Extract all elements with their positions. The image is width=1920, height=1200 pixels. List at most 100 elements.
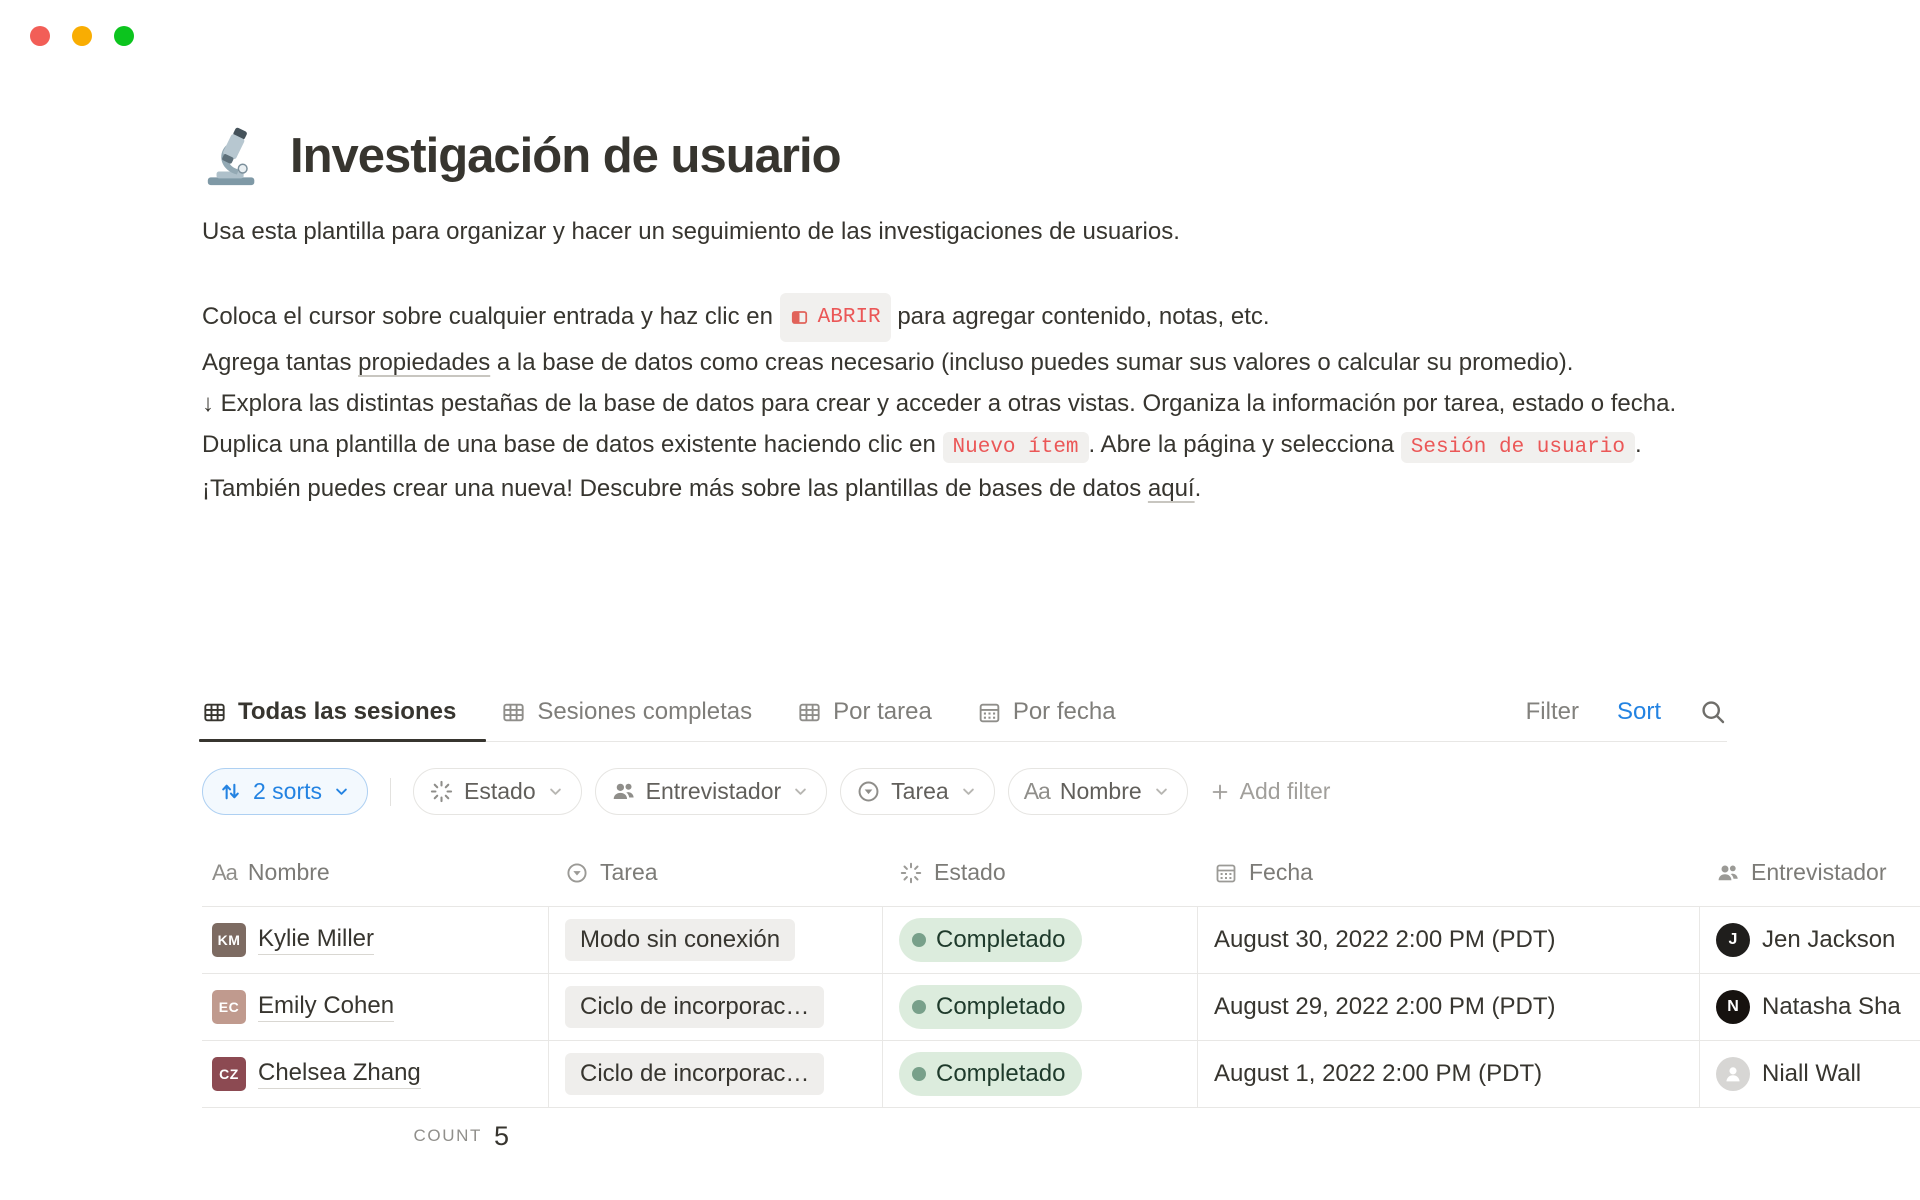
chip-label: Tarea	[891, 778, 949, 805]
count-label: COUNT	[414, 1126, 482, 1146]
status-label: Completado	[936, 1060, 1065, 1088]
column-header-fecha[interactable]: Fecha	[1198, 859, 1700, 886]
filter-bar: 2 sorts Estado Entrevistador Tarea Aa No…	[202, 768, 1920, 815]
column-label: Tarea	[600, 859, 658, 886]
cell-estado[interactable]: Completado	[883, 1041, 1198, 1107]
date-value: August 30, 2022 2:00 PM (PDT)	[1214, 926, 1556, 954]
tab-label: Sesiones completas	[537, 698, 752, 726]
intro-paragraph: Usa esta plantilla para organizar y hace…	[202, 211, 1718, 252]
cell-tarea[interactable]: Ciclo de incorporac…	[549, 974, 883, 1040]
column-header-entrevistador[interactable]: Entrevistador	[1700, 859, 1920, 886]
microscope-emoji[interactable]	[202, 126, 264, 188]
column-header-nombre[interactable]: Aa Nombre	[202, 859, 549, 886]
calendar-icon	[977, 700, 1002, 725]
zoom-button[interactable]	[114, 26, 134, 46]
title-row: Investigación de usuario	[202, 126, 1718, 188]
cell-entrevistador[interactable]: N Natasha Sha	[1700, 974, 1920, 1040]
tab-sesiones-completas[interactable]: Sesiones completas	[501, 683, 752, 741]
nuevo-item-token: Nuevo ítem	[943, 432, 1089, 463]
chip-label: Estado	[464, 778, 536, 805]
cell-estado[interactable]: Completado	[883, 907, 1198, 973]
calendar-icon	[1214, 861, 1238, 885]
cell-entrevistador[interactable]: Niall Wall	[1700, 1041, 1920, 1107]
chip-entrevistador[interactable]: Entrevistador	[595, 768, 828, 815]
chevron-down-icon	[546, 782, 565, 801]
person-name: Jen Jackson	[1762, 926, 1895, 954]
column-header-tarea[interactable]: Tarea	[549, 859, 883, 886]
chevron-down-icon	[791, 782, 810, 801]
notion-window: { "window": { "traffic_lights": ["close"…	[0, 0, 1920, 1200]
view-tabs: Todas las sesiones Sesiones completas Po…	[202, 683, 1727, 742]
table-icon	[501, 700, 526, 725]
search-icon[interactable]	[1699, 698, 1727, 726]
page-title: Investigación de usuario	[290, 126, 841, 187]
cell-fecha[interactable]: August 29, 2022 2:00 PM (PDT)	[1198, 974, 1700, 1040]
tab-todas-las-sesiones[interactable]: Todas las sesiones	[202, 683, 456, 741]
empty-paragraph	[202, 252, 1718, 293]
chip-tarea[interactable]: Tarea	[840, 768, 995, 815]
p2-text-after: a la base de datos como creas necesario …	[490, 349, 1573, 376]
column-header-estado[interactable]: Estado	[883, 859, 1198, 886]
avatar: J	[1716, 923, 1750, 957]
chip-estado[interactable]: Estado	[413, 768, 582, 815]
cell-fecha[interactable]: August 1, 2022 2:00 PM (PDT)	[1198, 1041, 1700, 1107]
add-filter-label: Add filter	[1240, 778, 1331, 805]
status-burst-icon	[429, 779, 454, 804]
minimize-button[interactable]	[72, 26, 92, 46]
column-label: Entrevistador	[1751, 859, 1887, 886]
column-label: Nombre	[248, 859, 330, 886]
status-dot-icon	[912, 933, 926, 947]
page-link[interactable]: Kylie Miller	[258, 925, 374, 955]
cell-nombre[interactable]: EC Emily Cohen	[202, 974, 549, 1040]
avatar: CZ	[212, 1057, 246, 1091]
count-value: 5	[494, 1121, 509, 1152]
count-calculation[interactable]: COUNT 5	[202, 1121, 549, 1152]
cell-estado[interactable]: Completado	[883, 974, 1198, 1040]
table-icon	[202, 700, 227, 725]
chevron-down-icon	[1152, 782, 1171, 801]
people-icon	[611, 779, 636, 804]
tab-label: Por tarea	[833, 698, 932, 726]
sort-button[interactable]: Sort	[1617, 698, 1661, 726]
page-content: Investigación de usuario Usa esta planti…	[202, 126, 1718, 509]
p1-text-after: para agregar contenido, notas, etc.	[891, 303, 1270, 330]
avatar: KM	[212, 923, 246, 957]
cell-tarea[interactable]: Ciclo de incorporac…	[549, 1041, 883, 1107]
tab-por-tarea[interactable]: Por tarea	[797, 683, 932, 741]
chip-label: Nombre	[1060, 778, 1142, 805]
open-peek-icon	[790, 308, 809, 327]
body-paragraph-4: Duplica una plantilla de una base de dat…	[202, 424, 1718, 509]
propiedades-link[interactable]: propiedades	[358, 349, 490, 376]
date-value: August 1, 2022 2:00 PM (PDT)	[1214, 1060, 1542, 1088]
table-row: CZ Chelsea Zhang Ciclo de incorporac… Co…	[202, 1041, 1920, 1108]
p4-text: Duplica una plantilla de una base de dat…	[202, 431, 943, 458]
avatar	[1716, 1057, 1750, 1091]
table-header-row: Aa Nombre Tarea Estado Fecha Entrevistad…	[202, 839, 1920, 907]
cell-nombre[interactable]: KM Kylie Miller	[202, 907, 549, 973]
filter-button[interactable]: Filter	[1526, 698, 1579, 726]
close-button[interactable]	[30, 26, 50, 46]
up-down-arrows-icon	[218, 779, 243, 804]
status-dot-icon	[912, 1000, 926, 1014]
cell-entrevistador[interactable]: J Jen Jackson	[1700, 907, 1920, 973]
chip-nombre[interactable]: Aa Nombre	[1008, 768, 1188, 815]
cell-fecha[interactable]: August 30, 2022 2:00 PM (PDT)	[1198, 907, 1700, 973]
page-link[interactable]: Emily Cohen	[258, 992, 394, 1022]
text-Aa-icon: Aa	[212, 860, 237, 886]
cell-tarea[interactable]: Modo sin conexión	[549, 907, 883, 973]
select-icon	[565, 861, 589, 885]
sorts-chip[interactable]: 2 sorts	[202, 768, 368, 815]
task-tag: Ciclo de incorporac…	[565, 1053, 824, 1095]
add-filter-button[interactable]: Add filter	[1209, 778, 1331, 805]
sesion-usuario-token: Sesión de usuario	[1401, 432, 1635, 463]
divider	[390, 778, 391, 806]
table-row: KM Kylie Miller Modo sin conexión Comple…	[202, 907, 1920, 974]
task-tag: Modo sin conexión	[565, 919, 795, 961]
tab-por-fecha[interactable]: Por fecha	[977, 683, 1116, 741]
page-link[interactable]: Chelsea Zhang	[258, 1059, 421, 1089]
cell-nombre[interactable]: CZ Chelsea Zhang	[202, 1041, 549, 1107]
status-dot-icon	[912, 1067, 926, 1081]
body-paragraph-1: Coloca el cursor sobre cualquier entrada…	[202, 293, 1718, 342]
aqui-link[interactable]: aquí	[1148, 475, 1195, 502]
table-calc-row: COUNT 5	[202, 1108, 1920, 1164]
